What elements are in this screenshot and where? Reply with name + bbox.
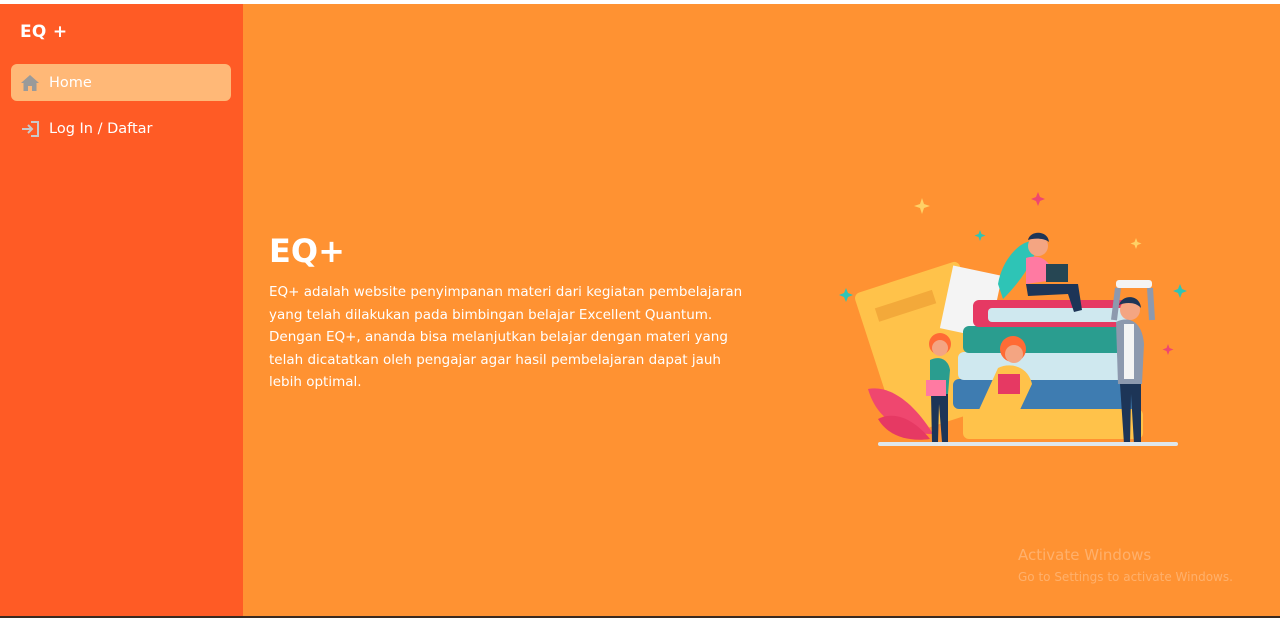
sidebar-item-label: Log In / Daftar bbox=[49, 120, 153, 137]
hero-description: EQ+ adalah website penyimpanan materi da… bbox=[269, 284, 743, 391]
study-illustration bbox=[839, 192, 1187, 446]
sidebar-item-label: Home bbox=[49, 74, 92, 91]
home-icon bbox=[19, 72, 41, 94]
watermark-title: Activate Windows bbox=[1018, 546, 1152, 564]
login-icon bbox=[19, 118, 41, 140]
sidebar-item-login[interactable]: Log In / Daftar bbox=[11, 110, 231, 147]
main-content: EQ+ EQ+ adalah website penyimpanan mater… bbox=[243, 4, 1280, 618]
hero-title: EQ+ bbox=[269, 232, 345, 270]
activate-windows-watermark: Activate Windows Go to Settings to activ… bbox=[1018, 544, 1233, 588]
sidebar: EQ + Home Log In / Daftar bbox=[0, 4, 243, 618]
watermark-subtitle: Go to Settings to activate Windows. bbox=[1018, 570, 1233, 584]
brand-logo-text[interactable]: EQ + bbox=[20, 22, 67, 42]
sidebar-item-home[interactable]: Home bbox=[11, 64, 231, 101]
